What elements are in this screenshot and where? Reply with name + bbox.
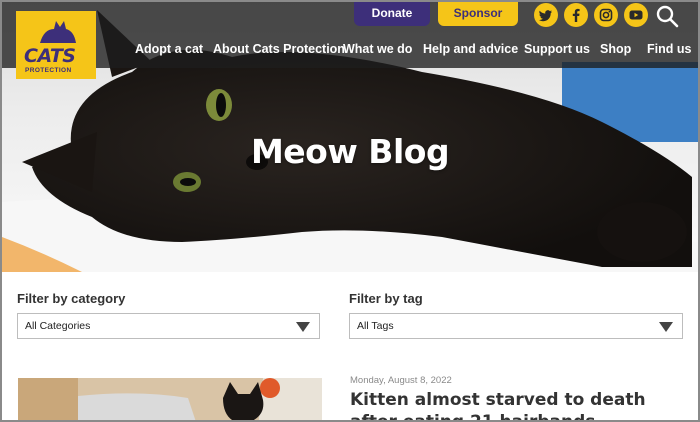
twitter-icon[interactable] [534, 3, 558, 27]
nav-adopt-a-cat[interactable]: Adopt a cat [135, 42, 203, 62]
page-title: Meow Blog [250, 132, 450, 171]
hero-banner: CATS PROTECTION Donate Sponsor Adopt a c… [2, 2, 698, 272]
instagram-icon[interactable] [594, 3, 618, 27]
kitten-photo [18, 378, 322, 420]
nav-shop[interactable]: Shop [600, 42, 631, 62]
post-title[interactable]: Kitten almost starved to death after eat… [350, 389, 690, 420]
chevron-down-icon [296, 322, 310, 332]
nav-about-cats-protection[interactable]: About Cats Protection [213, 42, 345, 62]
nav-support-us[interactable]: Support us [524, 42, 590, 62]
logo-wordmark: CATS [24, 45, 76, 67]
nav-what-we-do[interactable]: What we do [343, 42, 412, 62]
search-icon[interactable] [654, 3, 680, 29]
donate-button[interactable]: Donate [354, 2, 430, 26]
category-select-value: All Categories [25, 320, 91, 332]
tag-filter-label: Filter by tag [349, 291, 423, 306]
sponsor-button[interactable]: Sponsor [438, 2, 518, 26]
category-select[interactable]: All Categories [17, 313, 320, 339]
post-date: Monday, August 8, 2022 [350, 375, 452, 386]
page: CATS PROTECTION Donate Sponsor Adopt a c… [2, 2, 698, 420]
tag-select[interactable]: All Tags [349, 313, 683, 339]
logo-subtitle: PROTECTION [25, 67, 72, 74]
facebook-icon[interactable] [564, 3, 588, 27]
youtube-icon[interactable] [624, 3, 648, 27]
category-filter-label: Filter by category [17, 291, 126, 306]
nav-find-us[interactable]: Find us [647, 42, 691, 62]
cats-protection-logo[interactable]: CATS PROTECTION [16, 11, 96, 79]
post-thumbnail[interactable] [18, 378, 322, 420]
tag-select-value: All Tags [357, 320, 394, 332]
cat-silhouette-icon [40, 21, 76, 43]
chevron-down-icon [659, 322, 673, 332]
nav-help-and-advice[interactable]: Help and advice [423, 42, 518, 62]
